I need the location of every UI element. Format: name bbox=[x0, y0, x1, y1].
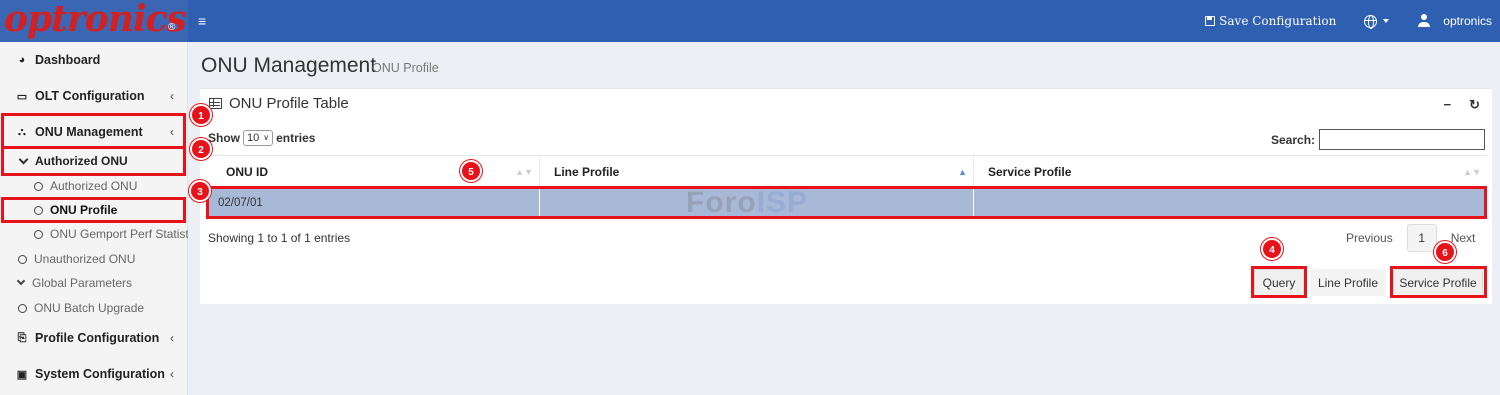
profile-icon: ⎘ bbox=[17, 331, 27, 344]
highlight-onu-management bbox=[1, 113, 186, 149]
annotation-badge-2: 2 bbox=[190, 138, 212, 160]
highlight-onu-profile bbox=[1, 197, 186, 223]
page-subtitle: ONU Profile bbox=[372, 61, 439, 75]
entries-select-value: 10 bbox=[247, 132, 260, 144]
highlight-authorized-onu bbox=[1, 146, 186, 176]
sidebar-item-olt-configuration[interactable]: ▭ OLT Configuration ‹ bbox=[0, 78, 188, 114]
save-icon: ▣ bbox=[16, 368, 28, 381]
circle-icon bbox=[34, 181, 43, 191]
top-navbar: optronics ® ≡ Save Configuration optroni… bbox=[0, 0, 1500, 42]
sidebar-item-unauthorized-onu[interactable]: Unauthorized ONU bbox=[0, 247, 188, 271]
entries-select[interactable]: 10 ∨ bbox=[243, 130, 274, 146]
panel-tools: − ↻ bbox=[1444, 97, 1481, 113]
table-info: Showing 1 to 1 of 1 entries bbox=[208, 231, 351, 245]
highlight-table-row bbox=[206, 186, 1487, 219]
panel-title-text: ONU Profile Table bbox=[229, 95, 349, 112]
chevron-left-icon: ‹ bbox=[170, 331, 174, 345]
chevron-left-icon: ‹ bbox=[170, 367, 174, 381]
table-header-row: ONU ID ▲▼ Line Profile ▲ Service Profile… bbox=[208, 155, 1487, 189]
column-header-label: Service Profile bbox=[988, 165, 1072, 179]
column-header-onu-id[interactable]: ONU ID ▲▼ bbox=[208, 156, 540, 189]
registered-mark: ® bbox=[168, 22, 176, 33]
show-suffix: entries bbox=[276, 131, 316, 145]
chevron-down-icon bbox=[16, 276, 26, 286]
panel-title: ONU Profile Table bbox=[209, 95, 349, 112]
annotation-badge-6: 6 bbox=[1434, 241, 1456, 263]
chevron-down-icon: ∨ bbox=[263, 133, 270, 142]
sidebar-item-label: Dashboard bbox=[35, 53, 101, 67]
user-menu[interactable]: optronics bbox=[1417, 14, 1492, 28]
circle-icon bbox=[18, 254, 27, 264]
save-icon bbox=[1205, 16, 1216, 26]
sidebar-item-label: System Configuration bbox=[35, 367, 165, 381]
line-profile-button[interactable]: Line Profile bbox=[1310, 269, 1386, 296]
column-header-service-profile[interactable]: Service Profile ▲▼ bbox=[974, 156, 1487, 189]
show-entries: Show 10 ∨ entries bbox=[208, 130, 315, 146]
sort-ascending-icon: ▲ bbox=[958, 167, 967, 177]
sidebar-item-label: OLT Configuration bbox=[35, 89, 145, 103]
language-dropdown[interactable] bbox=[1364, 14, 1390, 29]
highlight-service-profile-button bbox=[1390, 266, 1487, 298]
annotation-badge-4: 4 bbox=[1261, 238, 1283, 260]
sort-icon: ▲▼ bbox=[515, 167, 533, 177]
pagination-page[interactable]: 1 bbox=[1406, 224, 1437, 252]
sidebar-item-onu-gemport-perf-statistic[interactable]: ONU Gemport Perf Statistic bbox=[0, 222, 188, 246]
sidebar-item-profile-configuration[interactable]: ⎘ Profile Configuration ‹ bbox=[0, 320, 188, 356]
save-configuration-label: Save Configuration bbox=[1219, 14, 1337, 28]
column-header-label: Line Profile bbox=[554, 165, 620, 179]
column-header-label: ONU ID bbox=[226, 165, 268, 179]
refresh-icon[interactable]: ↻ bbox=[1469, 97, 1480, 113]
dashboard-icon: ◕ bbox=[18, 54, 26, 66]
sidebar-item-authorized-onu[interactable]: Authorized ONU bbox=[0, 174, 188, 198]
pagination-previous[interactable]: Previous bbox=[1346, 231, 1393, 245]
column-header-line-profile[interactable]: Line Profile ▲ bbox=[540, 156, 974, 189]
page-title: ONU Management bbox=[201, 54, 377, 77]
sidebar-item-system-configuration[interactable]: ▣ System Configuration ‹ bbox=[0, 356, 188, 392]
save-configuration-button[interactable]: Save Configuration bbox=[1205, 14, 1336, 28]
chevron-left-icon: ‹ bbox=[170, 89, 174, 103]
sidebar-item-global-parameters[interactable]: Global Parameters bbox=[0, 271, 188, 295]
collapse-icon[interactable]: − bbox=[1444, 97, 1452, 113]
logo-text: optronics bbox=[4, 0, 187, 40]
brand-logo[interactable]: optronics ® bbox=[0, 0, 188, 42]
globe-icon bbox=[1364, 14, 1378, 29]
sidebar-item-dashboard[interactable]: ◕ Dashboard bbox=[0, 42, 188, 78]
laptop-icon: ▭ bbox=[16, 90, 28, 103]
search-input[interactable] bbox=[1319, 129, 1485, 150]
caret-down-icon bbox=[1383, 19, 1390, 23]
annotation-badge-5: 5 bbox=[460, 160, 482, 182]
annotation-badge-3: 3 bbox=[189, 180, 211, 202]
table-icon bbox=[209, 98, 222, 109]
sidebar-item-label: ONU Batch Upgrade bbox=[34, 301, 145, 315]
user-icon bbox=[1417, 14, 1431, 28]
username: optronics bbox=[1443, 14, 1492, 28]
annotation-badge-1: 1 bbox=[190, 104, 212, 126]
show-prefix: Show bbox=[208, 131, 240, 145]
sidebar-item-label: Unauthorized ONU bbox=[34, 252, 136, 266]
sidebar-item-label: Profile Configuration bbox=[35, 331, 160, 345]
pagination: Previous 1 Next bbox=[1346, 224, 1475, 252]
sort-icon: ▲▼ bbox=[1463, 167, 1481, 177]
circle-icon bbox=[18, 303, 27, 313]
hamburger-icon[interactable]: ≡ bbox=[198, 12, 212, 30]
pagination-next[interactable]: Next bbox=[1451, 231, 1476, 245]
search-label: Search: bbox=[1271, 133, 1316, 147]
sidebar-item-label: Global Parameters bbox=[32, 276, 133, 290]
sidebar-item-label: Authorized ONU bbox=[50, 179, 138, 193]
circle-icon bbox=[34, 229, 43, 239]
highlight-query-button bbox=[1251, 266, 1307, 298]
sidebar-item-label: ONU Gemport Perf Statistic bbox=[50, 227, 188, 241]
sidebar-item-onu-batch-upgrade[interactable]: ONU Batch Upgrade bbox=[0, 296, 188, 320]
